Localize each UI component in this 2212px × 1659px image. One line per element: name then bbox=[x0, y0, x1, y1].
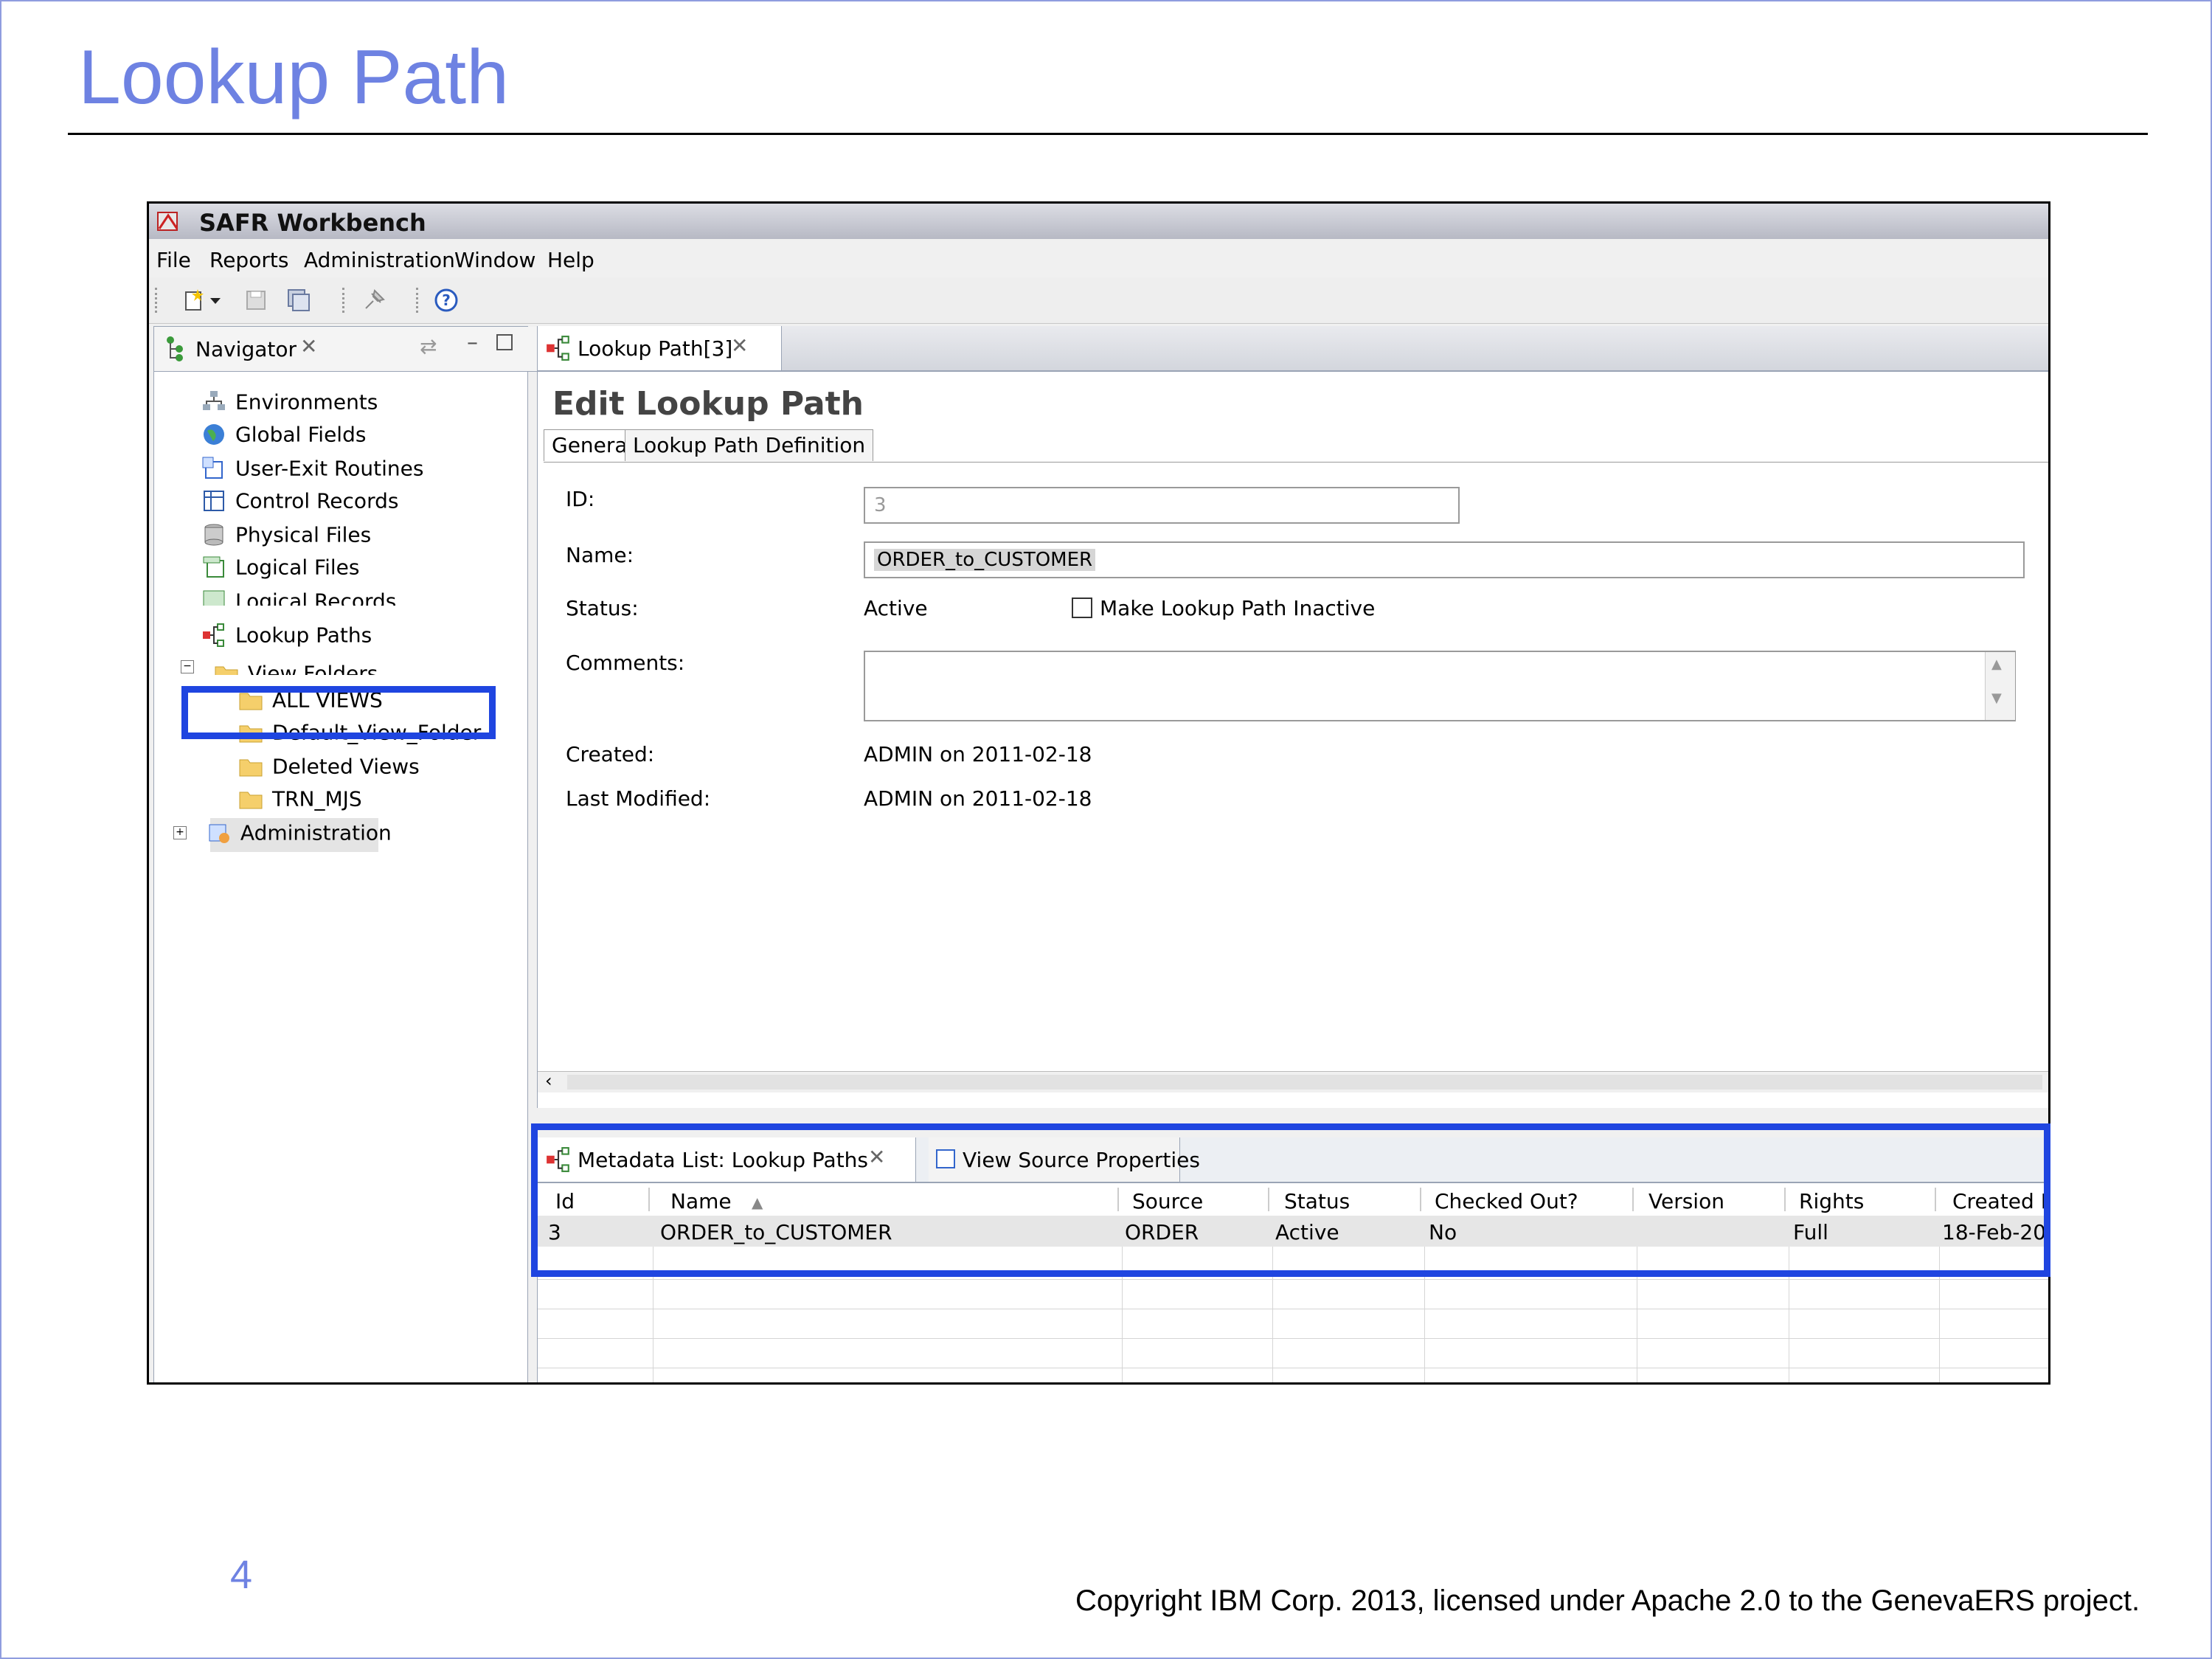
created-label: Created: bbox=[566, 742, 655, 766]
tree-item-administration[interactable]: + Administration bbox=[173, 820, 392, 849]
navigator-panel: Navigator ✕ ⇄ – Environments Global Fiel… bbox=[153, 326, 538, 1382]
save-all-icon[interactable] bbox=[286, 288, 311, 313]
name-field-value: ORDER_to_CUSTOMER bbox=[874, 549, 1096, 571]
navigator-tree-icon bbox=[167, 336, 183, 361]
maximize-icon[interactable] bbox=[496, 334, 513, 350]
tree-item-user-exit-routines[interactable]: User-Exit Routines bbox=[201, 455, 423, 485]
folder-icon bbox=[239, 759, 263, 777]
environments-icon bbox=[203, 391, 225, 410]
make-inactive-label: Make Lookup Path Inactive bbox=[1100, 596, 1376, 620]
navigator-tree: Environments Global Fields User-Exit Rou… bbox=[154, 374, 527, 1382]
menu-help[interactable]: Help bbox=[547, 248, 594, 272]
logical-file-icon bbox=[203, 556, 224, 578]
lookup-path-icon bbox=[547, 336, 569, 361]
comments-label: Comments: bbox=[566, 651, 685, 675]
status-value: Active bbox=[864, 596, 928, 620]
tree-item-environments[interactable]: Environments bbox=[201, 389, 378, 418]
administration-icon bbox=[209, 824, 229, 843]
make-inactive-checkbox[interactable] bbox=[1072, 598, 1092, 618]
scroll-down-icon[interactable]: ▼ bbox=[1991, 690, 2002, 706]
pin-icon[interactable] bbox=[361, 288, 386, 313]
expand-icon[interactable]: + bbox=[173, 826, 187, 839]
tree-item-logical-files[interactable]: Logical Files bbox=[201, 554, 359, 583]
logical-record-icon bbox=[203, 590, 225, 606]
scroll-left-icon[interactable]: ‹ bbox=[545, 1070, 552, 1091]
tree-item-physical-files[interactable]: Physical Files bbox=[201, 522, 371, 551]
tree-item-lookup-paths[interactable]: Lookup Paths bbox=[201, 622, 372, 651]
safr-logo-icon bbox=[157, 212, 178, 231]
tree-item-trn-mjs[interactable]: TRN_MJS bbox=[238, 786, 362, 815]
menu-bar: File Reports Administration Window Help bbox=[149, 239, 2048, 277]
slide-title: Lookup Path bbox=[78, 35, 510, 120]
grid-line bbox=[538, 1279, 2048, 1280]
menu-window[interactable]: Window bbox=[454, 248, 535, 272]
name-label: Name: bbox=[566, 543, 634, 567]
toolbar-grip bbox=[155, 288, 160, 313]
svg-text:?: ? bbox=[442, 291, 451, 309]
highlight-box-metadata-list bbox=[531, 1123, 2050, 1277]
editor-panel: Lookup Path[3] ✕ Edit Lookup Path Genera… bbox=[537, 326, 2048, 1108]
name-field[interactable]: ORDER_to_CUSTOMER bbox=[864, 541, 2025, 578]
editor-subtabs: General Lookup Path Definition bbox=[544, 429, 2048, 463]
window-title: SAFR Workbench bbox=[199, 209, 426, 237]
tree-item-logical-records[interactable]: Logical Records bbox=[201, 588, 396, 606]
sync-icon[interactable]: ⇄ bbox=[420, 334, 437, 359]
id-label: ID: bbox=[566, 487, 595, 511]
new-icon[interactable] bbox=[181, 288, 207, 313]
slide: Lookup Path SAFR Workbench File Reports … bbox=[0, 0, 2212, 1659]
copyright-notice: Copyright IBM Corp. 2013, licensed under… bbox=[1075, 1584, 2140, 1617]
tree-item-control-records[interactable]: Control Records bbox=[201, 488, 398, 517]
editor-tab-label: Lookup Path[3] bbox=[578, 336, 733, 361]
globe-icon bbox=[204, 424, 224, 445]
save-icon[interactable] bbox=[243, 288, 268, 313]
toolbar-grip bbox=[342, 288, 347, 313]
minimize-icon[interactable]: – bbox=[467, 330, 478, 356]
status-label: Status: bbox=[566, 596, 639, 620]
editor-tab-bar: Lookup Path[3] ✕ bbox=[538, 326, 2048, 372]
editor-horizontal-scrollbar[interactable]: ‹ bbox=[538, 1070, 2048, 1092]
created-value: ADMIN on 2011-02-18 bbox=[864, 742, 1092, 766]
highlight-box-lookup-paths bbox=[181, 686, 496, 739]
grid-line bbox=[538, 1338, 2048, 1339]
window-titlebar: SAFR Workbench bbox=[149, 204, 2048, 240]
id-field: 3 bbox=[864, 487, 1460, 524]
comments-scrollbar[interactable]: ▲ ▼ bbox=[1985, 652, 2015, 720]
navigator-tab[interactable]: Navigator ✕ ⇄ – bbox=[154, 327, 538, 372]
folder-icon bbox=[215, 666, 238, 675]
collapse-icon[interactable]: − bbox=[181, 660, 194, 673]
user-exit-icon bbox=[202, 457, 223, 479]
dropdown-arrow-icon[interactable] bbox=[208, 288, 223, 313]
toolbar: ? bbox=[149, 277, 2048, 324]
tree-item-view-folders[interactable]: − View Folders bbox=[181, 660, 378, 675]
menu-file[interactable]: File bbox=[156, 248, 191, 272]
menu-administration[interactable]: Administration bbox=[304, 248, 455, 272]
close-icon[interactable]: ✕ bbox=[300, 334, 317, 359]
database-icon bbox=[204, 524, 223, 546]
lookup-path-icon bbox=[203, 623, 224, 647]
scroll-up-icon[interactable]: ▲ bbox=[1991, 657, 2002, 672]
scroll-thumb[interactable] bbox=[567, 1075, 2042, 1090]
tree-item-global-fields[interactable]: Global Fields bbox=[201, 421, 366, 451]
toolbar-grip bbox=[416, 288, 421, 313]
close-icon[interactable]: ✕ bbox=[731, 333, 748, 358]
tree-item-deleted-views[interactable]: Deleted Views bbox=[238, 753, 420, 783]
tab-lookup-path-3[interactable]: Lookup Path[3] ✕ bbox=[538, 326, 782, 370]
editor-heading: Edit Lookup Path bbox=[552, 385, 864, 423]
navigator-tab-label: Navigator bbox=[195, 337, 297, 361]
help-icon[interactable]: ? bbox=[434, 288, 459, 313]
table-icon bbox=[204, 491, 224, 511]
title-divider bbox=[68, 133, 2148, 135]
menu-reports[interactable]: Reports bbox=[209, 248, 288, 272]
page-number: 4 bbox=[230, 1553, 253, 1597]
last-modified-value: ADMIN on 2011-02-18 bbox=[864, 786, 1092, 811]
tab-lookup-path-definition[interactable]: Lookup Path Definition bbox=[625, 429, 874, 461]
folder-icon bbox=[239, 792, 263, 809]
last-modified-label: Last Modified: bbox=[566, 786, 711, 811]
comments-field[interactable] bbox=[864, 651, 2016, 721]
